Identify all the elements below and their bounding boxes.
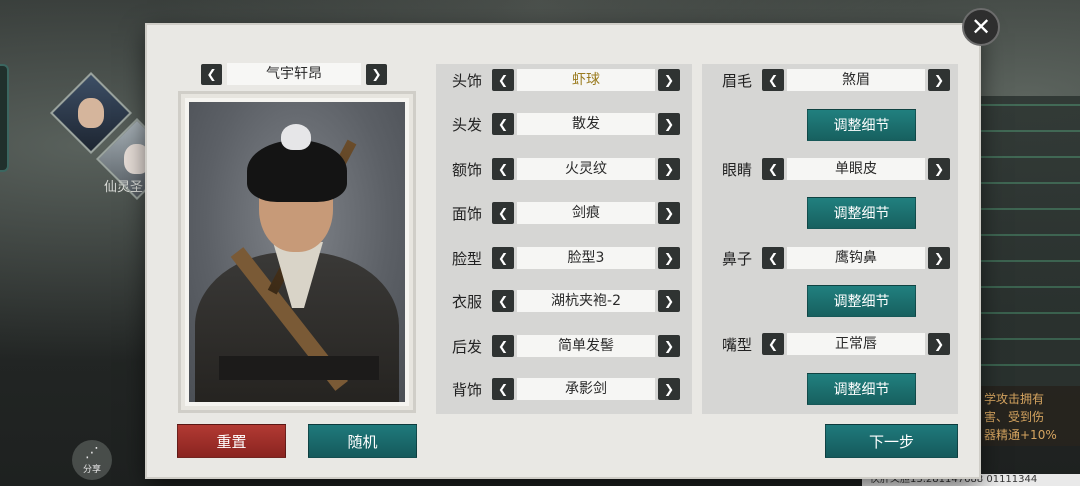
option-row-headwear: 头饰 ❮ 虾球 ❯ — [442, 68, 680, 92]
option-label: 面饰 — [451, 204, 482, 223]
option-next-button[interactable]: ❯ — [928, 158, 950, 180]
option-next-button[interactable]: ❯ — [658, 335, 680, 357]
option-row-face-decor: 面饰 ❮ 剑痕 ❯ — [442, 201, 680, 225]
option-prev-button[interactable]: ❮ — [762, 247, 784, 269]
option-row-eyebrows: 眉毛 ❮ 煞眉 ❯ — [712, 68, 950, 92]
option-next-button[interactable]: ❯ — [928, 247, 950, 269]
option-value: 正常唇 — [787, 333, 925, 355]
share-icon: ⋰ — [85, 444, 99, 461]
option-label: 眉毛 — [721, 71, 752, 90]
close-button[interactable]: ✕ — [962, 8, 1000, 46]
option-prev-button[interactable]: ❮ — [762, 158, 784, 180]
name-selector: ❮ 气宇轩昂 ❯ — [201, 63, 387, 85]
option-next-button[interactable]: ❯ — [658, 69, 680, 91]
option-label: 背饰 — [451, 380, 482, 399]
option-prev-button[interactable]: ❮ — [762, 333, 784, 355]
skill-info-line: 学攻击拥有 — [984, 392, 1045, 406]
option-prev-button[interactable]: ❮ — [492, 335, 514, 357]
share-label: 分享 — [82, 464, 101, 475]
option-prev-button[interactable]: ❮ — [492, 378, 514, 400]
option-value: 煞眉 — [787, 69, 925, 91]
option-value: 虾球 — [517, 69, 655, 91]
adjust-mouth-detail-button[interactable]: 调整细节 — [807, 373, 916, 405]
option-row-face-shape: 脸型 ❮ 脸型3 ❯ — [442, 246, 680, 270]
option-row-clothing: 衣服 ❮ 湖杭夹袍-2 ❯ — [442, 289, 680, 313]
option-next-button[interactable]: ❯ — [928, 333, 950, 355]
option-value: 简单发髻 — [517, 335, 655, 357]
option-value: 鹰钩鼻 — [787, 247, 925, 269]
skill-info-line: 害、受到伤 — [984, 410, 1045, 424]
option-next-button[interactable]: ❯ — [658, 247, 680, 269]
character-portrait — [189, 102, 405, 402]
option-value: 承影剑 — [517, 378, 655, 400]
option-row-back-item: 背饰 ❮ 承影剑 ❯ — [442, 377, 680, 401]
option-next-button[interactable]: ❯ — [658, 290, 680, 312]
skill-info-line: 器精通+10% — [984, 428, 1057, 442]
adjust-nose-detail-button[interactable]: 调整细节 — [807, 285, 916, 317]
option-row-nose: 鼻子 ❮ 鹰钩鼻 ❯ — [712, 246, 950, 270]
left-drawer-tab[interactable] — [0, 64, 9, 172]
option-label: 脸型 — [451, 249, 482, 268]
character-face-icon — [78, 98, 104, 128]
random-button[interactable]: 随机 — [308, 424, 417, 458]
option-label: 鼻子 — [721, 249, 752, 268]
option-value: 散发 — [517, 113, 655, 135]
option-next-button[interactable]: ❯ — [928, 69, 950, 91]
option-next-button[interactable]: ❯ — [658, 113, 680, 135]
name-prev-button[interactable]: ❮ — [201, 63, 222, 85]
option-value: 剑痕 — [517, 202, 655, 224]
side-character-name: 仙灵圣 — [104, 180, 144, 195]
option-prev-button[interactable]: ❮ — [492, 290, 514, 312]
reset-button[interactable]: 重置 — [177, 424, 286, 458]
option-value: 湖杭夹袍-2 — [517, 290, 655, 312]
option-prev-button[interactable]: ❮ — [492, 113, 514, 135]
option-row-back-hair: 后发 ❮ 简单发髻 ❯ — [442, 334, 680, 358]
character-portrait-frame — [178, 91, 416, 413]
option-value: 火灵纹 — [517, 158, 655, 180]
option-prev-button[interactable]: ❮ — [492, 158, 514, 180]
adjust-eyes-detail-button[interactable]: 调整细节 — [807, 197, 916, 229]
right-background-panel — [980, 96, 1080, 386]
option-row-eyes: 眼睛 ❮ 单眼皮 ❯ — [712, 157, 950, 181]
option-prev-button[interactable]: ❮ — [492, 247, 514, 269]
option-next-button[interactable]: ❯ — [658, 158, 680, 180]
next-step-button[interactable]: 下一步 — [825, 424, 958, 458]
option-label: 眼睛 — [721, 160, 752, 179]
option-label: 头发 — [451, 115, 482, 134]
option-value: 脸型3 — [517, 247, 655, 269]
option-prev-button[interactable]: ❮ — [492, 69, 514, 91]
option-prev-button[interactable]: ❮ — [492, 202, 514, 224]
right-skill-info: 学攻击拥有 害、受到伤 器精通+10% — [980, 386, 1080, 446]
option-label: 额饰 — [451, 160, 482, 179]
option-row-mouth: 嘴型 ❮ 正常唇 ❯ — [712, 332, 950, 356]
option-next-button[interactable]: ❯ — [658, 378, 680, 400]
option-label: 衣服 — [451, 292, 482, 311]
adjust-eyebrows-detail-button[interactable]: 调整细节 — [807, 109, 916, 141]
name-next-button[interactable]: ❯ — [366, 63, 387, 85]
option-prev-button[interactable]: ❮ — [762, 69, 784, 91]
option-label: 头饰 — [451, 71, 482, 90]
share-button[interactable]: ⋰ 分享 — [72, 440, 112, 480]
option-row-hair: 头发 ❮ 散发 ❯ — [442, 112, 680, 136]
option-label: 后发 — [451, 337, 482, 356]
option-label: 嘴型 — [721, 335, 752, 354]
character-name: 气宇轩昂 — [227, 63, 361, 85]
portrait-sash — [219, 356, 379, 380]
close-x-icon: ✕ — [970, 13, 992, 41]
portrait-headpiece-pet — [281, 124, 311, 150]
option-row-forehead: 额饰 ❮ 火灵纹 ❯ — [442, 157, 680, 181]
option-next-button[interactable]: ❯ — [658, 202, 680, 224]
option-value: 单眼皮 — [787, 158, 925, 180]
